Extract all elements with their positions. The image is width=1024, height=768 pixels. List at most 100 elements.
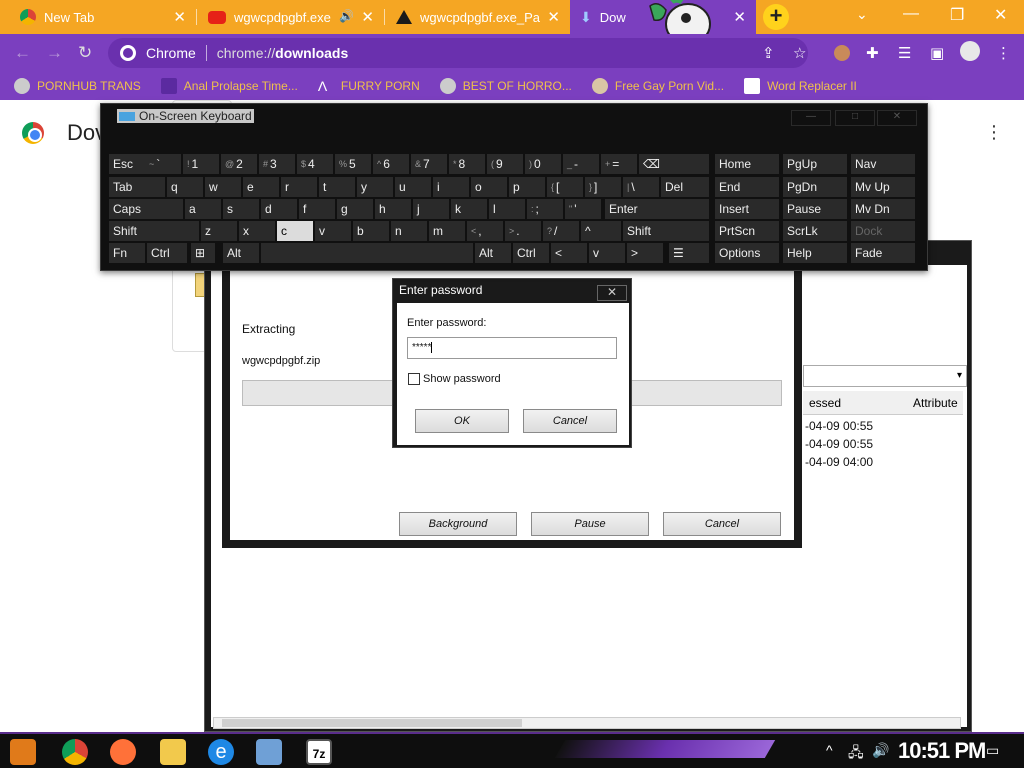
volume-icon[interactable]: 🔊 xyxy=(872,742,889,759)
key-g[interactable]: g xyxy=(337,199,373,219)
key-6[interactable]: ^ 6 xyxy=(373,154,409,174)
chrome-taskbar-icon[interactable] xyxy=(62,739,88,765)
key-tab[interactable]: Tab xyxy=(109,177,165,197)
key-o[interactable]: o xyxy=(471,177,507,197)
address-bar[interactable]: Chrome chrome:// downloads xyxy=(108,38,808,68)
key-prtscn[interactable]: PrtScn xyxy=(715,221,779,241)
key-symbol[interactable]: <, xyxy=(467,221,503,241)
forward-icon[interactable]: → xyxy=(46,43,63,63)
minimize-icon[interactable]: — xyxy=(791,110,831,126)
key-esc[interactable]: Esc xyxy=(109,154,145,174)
start-icon[interactable] xyxy=(10,739,36,765)
key-pgup[interactable]: PgUp xyxy=(783,154,847,174)
key-r[interactable]: r xyxy=(281,177,317,197)
network-icon[interactable]: 🖧 xyxy=(848,742,864,766)
background-button[interactable]: Background xyxy=(399,512,517,536)
key-symbol[interactable]: ~ ` xyxy=(145,154,181,174)
key-symbol[interactable]: > xyxy=(627,243,663,263)
minimize-icon[interactable]: — xyxy=(903,5,919,23)
list-item[interactable]: -04-09 00:55 xyxy=(805,437,873,451)
key-c[interactable]: c xyxy=(277,221,313,241)
key-k[interactable]: k xyxy=(451,199,487,219)
key-a[interactable]: a xyxy=(185,199,221,219)
tab-drive[interactable]: wgwcpdpgbf.exe_Pa ✕ xyxy=(386,0,570,34)
key-caps[interactable]: Caps xyxy=(109,199,183,219)
key-l[interactable]: l xyxy=(489,199,525,219)
key-symbol[interactable]: }] xyxy=(585,177,621,197)
key-f[interactable]: f xyxy=(299,199,335,219)
key-end[interactable]: End xyxy=(715,177,779,197)
key-h[interactable]: h xyxy=(375,199,411,219)
side-panel-icon[interactable]: ▣ xyxy=(930,44,944,62)
key-enter[interactable]: Enter xyxy=(605,199,709,219)
key-n[interactable]: n xyxy=(391,221,427,241)
key-p[interactable]: p xyxy=(509,177,545,197)
key-w[interactable]: w xyxy=(205,177,241,197)
key-pause[interactable]: Pause xyxy=(783,199,847,219)
bookmark-item[interactable]: Λ FURRY PORN xyxy=(318,78,420,94)
key-x[interactable]: x xyxy=(239,221,275,241)
key-u[interactable]: u xyxy=(395,177,431,197)
key-symbol[interactable]: _ - xyxy=(563,154,599,174)
profile-avatar-icon[interactable] xyxy=(960,41,980,61)
scroll-thumb[interactable] xyxy=(222,719,522,727)
bookmark-item[interactable]: PORNHUB TRANS xyxy=(14,78,141,94)
key-s[interactable]: s xyxy=(223,199,259,219)
show-password-checkbox[interactable] xyxy=(408,373,420,385)
key-9[interactable]: (9 xyxy=(487,154,523,174)
key-2[interactable]: @2 xyxy=(221,154,257,174)
key-symbol[interactable]: >. xyxy=(505,221,541,241)
firefox-icon[interactable] xyxy=(110,739,136,765)
close-window-icon[interactable]: ✕ xyxy=(994,5,1007,25)
key-fade[interactable]: Fade xyxy=(851,243,915,263)
sevenzip-taskbar-icon[interactable]: 7z xyxy=(306,739,332,765)
key-insert[interactable]: Insert xyxy=(715,199,779,219)
close-icon[interactable]: ✕ xyxy=(597,285,627,301)
key-8[interactable]: * 8 xyxy=(449,154,485,174)
key-space[interactable] xyxy=(261,243,473,263)
close-icon[interactable]: ✕ xyxy=(877,110,917,126)
tab-youtube[interactable]: wgwcpdpgbf.exe 🔊 ✕ xyxy=(198,0,385,34)
key-4[interactable]: $4 xyxy=(297,154,333,174)
key-alt[interactable]: Alt xyxy=(223,243,259,263)
close-icon[interactable]: ✕ xyxy=(547,8,560,26)
maximize-icon[interactable]: □ xyxy=(835,110,875,126)
key-i[interactable]: i xyxy=(433,177,469,197)
key-symbol[interactable]: {[ xyxy=(547,177,583,197)
key-q[interactable]: q xyxy=(167,177,203,197)
key-t[interactable]: t xyxy=(319,177,355,197)
new-tab-button[interactable]: + xyxy=(763,4,789,30)
key-symbol[interactable]: + = xyxy=(601,154,637,174)
key-7[interactable]: & 7 xyxy=(411,154,447,174)
key-e[interactable]: e xyxy=(243,177,279,197)
key-d[interactable]: d xyxy=(261,199,297,219)
key-shift[interactable]: Shift xyxy=(109,221,199,241)
bookmark-item[interactable]: Anal Prolapse Time... xyxy=(160,78,298,94)
key-0[interactable]: ) 0 xyxy=(525,154,561,174)
key-symbol[interactable]: " ' xyxy=(565,199,601,219)
menu-kebab-icon[interactable]: ⋮ xyxy=(996,44,1011,62)
key-alt[interactable]: Alt xyxy=(475,243,511,263)
key-5[interactable]: % 5 xyxy=(335,154,371,174)
reading-list-icon[interactable]: ☰ xyxy=(898,44,911,62)
show-password-label[interactable]: Show password xyxy=(423,373,501,385)
key-symbol[interactable]: | \ xyxy=(623,177,659,197)
key-m[interactable]: m xyxy=(429,221,465,241)
key-v[interactable]: v xyxy=(315,221,351,241)
audio-icon[interactable]: 🔊 xyxy=(339,9,354,23)
on-screen-keyboard-taskbar-icon[interactable] xyxy=(256,739,282,765)
key-help[interactable]: Help xyxy=(783,243,847,263)
clock[interactable]: 10:51 PM xyxy=(898,738,986,764)
key-v[interactable]: v xyxy=(589,243,625,263)
internet-explorer-icon[interactable]: e xyxy=(208,739,234,765)
share-icon[interactable]: ⇪ xyxy=(762,44,775,62)
tray-chevron-icon[interactable]: ^ xyxy=(826,742,833,758)
key-y[interactable]: y xyxy=(357,177,393,197)
key-symbol[interactable]: ⌫ xyxy=(639,154,709,174)
horizontal-scrollbar[interactable] xyxy=(213,717,961,729)
back-icon[interactable]: ← xyxy=(14,43,31,63)
key-symbol[interactable]: :; xyxy=(527,199,563,219)
key-options[interactable]: Options xyxy=(715,243,779,263)
key-symbol[interactable]: < xyxy=(551,243,587,263)
cancel-button[interactable]: Cancel xyxy=(523,409,617,433)
